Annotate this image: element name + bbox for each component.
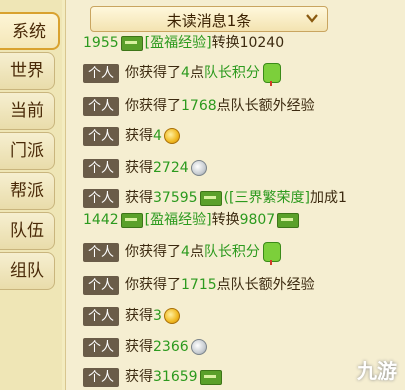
captain-points-icon xyxy=(262,63,281,86)
tab-world[interactable]: 世界 xyxy=(0,52,55,90)
exp-icon xyxy=(199,190,222,206)
silver-coin-icon xyxy=(190,339,207,355)
personal-badge: 个人 xyxy=(83,337,120,357)
personal-badge: 个人 xyxy=(83,367,120,387)
personal-badge: 个人 xyxy=(83,63,120,83)
chat-line: 个人 获得2366 xyxy=(83,336,207,358)
chevron-down-icon xyxy=(306,14,318,23)
chat-line: 个人 你获得了1715点队长额外经验 xyxy=(83,274,315,296)
message-text: 你获得了 xyxy=(125,98,182,114)
personal-badge: 个人 xyxy=(83,96,120,116)
blessing-exp-label: [盈福经验] xyxy=(144,212,212,228)
gold-coin-icon xyxy=(163,308,180,324)
convert-text: 转换10240 xyxy=(211,35,285,51)
unread-messages-bar[interactable]: 未读消息1条 xyxy=(90,6,328,32)
message-text: 获得 xyxy=(125,339,154,355)
chat-line: 个人 你获得了1768点队长额外经验 xyxy=(83,95,315,117)
personal-badge: 个人 xyxy=(83,242,120,262)
message-unit: 点 xyxy=(189,244,204,260)
captain-points-label: 队长积分 xyxy=(203,244,260,260)
exp-icon xyxy=(120,212,143,228)
channel-tabs: 系统 世界 当前 门派 帮派 队伍 组队 xyxy=(0,0,62,390)
tab-group[interactable]: 组队 xyxy=(0,252,55,290)
unread-messages-label: 未读消息1条 xyxy=(166,12,252,30)
tab-team[interactable]: 队伍 xyxy=(0,212,55,250)
chat-line: 个人 获得31659 xyxy=(83,366,224,388)
message-text: 转换 xyxy=(211,212,240,228)
chat-line-partial: 1955 [盈福经验]转换10240 xyxy=(83,32,284,54)
silver-coin-icon xyxy=(190,160,207,176)
tab-current[interactable]: 当前 xyxy=(0,92,55,130)
message-number: 3 xyxy=(153,308,162,324)
message-unit: 点 xyxy=(189,65,204,81)
tab-system[interactable]: 系统 xyxy=(0,12,60,50)
personal-badge: 个人 xyxy=(83,158,120,178)
exp-number: 1955 xyxy=(83,35,119,51)
message-number: 4 xyxy=(181,65,190,81)
prosperity-label: ([三界繁荣度] xyxy=(223,190,310,206)
chat-line: 个人 获得37595 ([三界繁荣度]加成1 xyxy=(83,187,347,209)
message-number: 4 xyxy=(181,244,190,260)
message-text: 点队长额外经验 xyxy=(216,277,315,293)
message-text: 获得 xyxy=(125,128,154,144)
exp-icon xyxy=(120,35,143,51)
message-text: 加成1 xyxy=(309,190,347,206)
chat-line: 个人 获得4 xyxy=(83,125,180,147)
message-number: 1715 xyxy=(181,277,217,293)
message-number: 4 xyxy=(153,128,162,144)
captain-points-icon xyxy=(262,242,281,265)
personal-badge: 个人 xyxy=(83,306,120,326)
chat-line: 个人 获得3 xyxy=(83,305,180,327)
captain-points-label: 队长积分 xyxy=(203,65,260,81)
personal-badge: 个人 xyxy=(83,275,120,295)
chat-line-continued: 1442 [盈福经验]转换9807 xyxy=(83,209,301,231)
personal-badge: 个人 xyxy=(83,188,120,208)
chat-line: 个人 你获得了4点队长积分 xyxy=(83,241,281,265)
gold-coin-icon xyxy=(163,128,180,144)
message-text: 你获得了 xyxy=(125,244,182,260)
message-number: 2366 xyxy=(153,339,189,355)
message-text: 获得 xyxy=(125,369,154,385)
exp-icon xyxy=(277,212,300,228)
chat-line: 个人 你获得了4点队长积分 xyxy=(83,62,281,86)
exp-icon xyxy=(199,369,222,385)
message-number: 31659 xyxy=(153,369,198,385)
personal-badge: 个人 xyxy=(83,126,120,146)
watermark-logo: 九游 xyxy=(357,359,397,383)
message-number: 1768 xyxy=(181,98,217,114)
chat-line: 个人 获得2724 xyxy=(83,157,207,179)
message-number: 2724 xyxy=(153,160,189,176)
blessing-exp-label: [盈福经验] xyxy=(144,35,212,51)
message-number: 1442 xyxy=(83,212,119,228)
message-number: 9807 xyxy=(239,212,276,228)
message-text: 获得 xyxy=(125,308,154,324)
tab-guild[interactable]: 帮派 xyxy=(0,172,55,210)
tab-sect[interactable]: 门派 xyxy=(0,132,55,170)
message-text: 你获得了 xyxy=(125,65,182,81)
message-text: 获得 xyxy=(125,160,154,176)
message-text: 点队长额外经验 xyxy=(216,98,315,114)
message-text: 获得 xyxy=(125,190,154,206)
message-text: 你获得了 xyxy=(125,277,182,293)
message-number: 37595 xyxy=(153,190,198,206)
